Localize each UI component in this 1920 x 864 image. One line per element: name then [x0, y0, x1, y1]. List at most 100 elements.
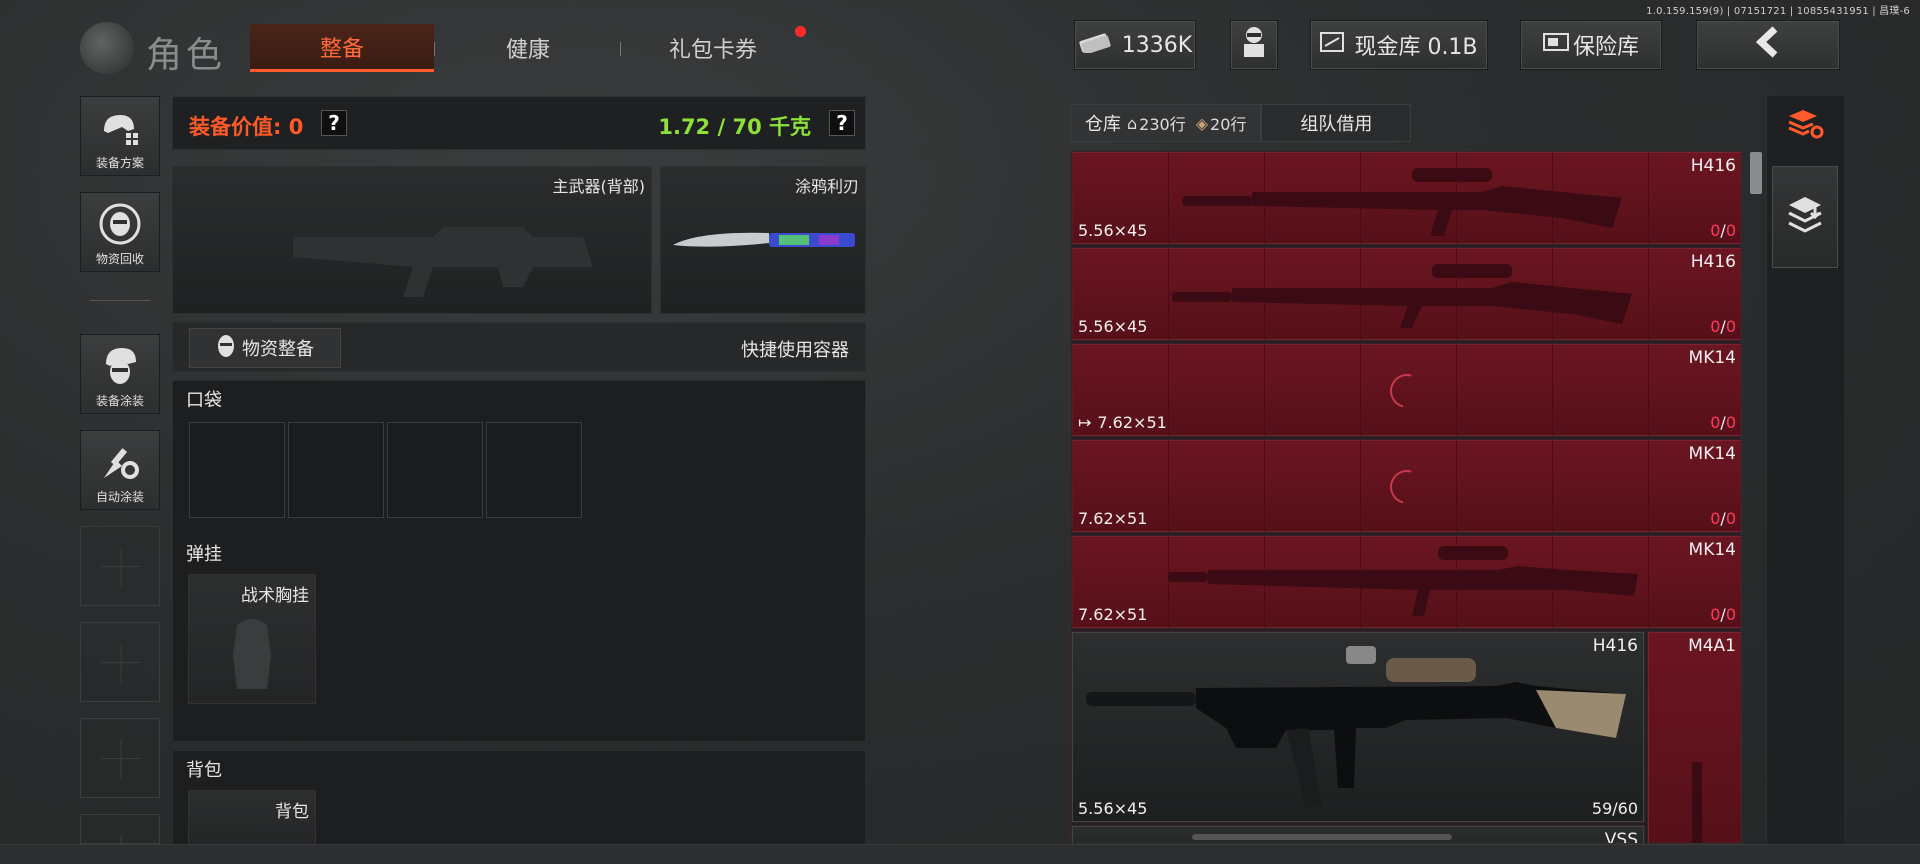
pocket-slot[interactable] [387, 422, 483, 518]
rifle-icon [1692, 762, 1702, 843]
money-amount: 1336K [1121, 32, 1193, 58]
vault-card-icon [1320, 31, 1345, 59]
warehouse-item[interactable]: H416 5.56×45 0/0 [1071, 151, 1741, 245]
item-name: H416 [1592, 636, 1638, 656]
tab-health[interactable]: 健康 [448, 24, 608, 72]
bag-icon: ◈ [1195, 113, 1209, 133]
primary-weapon-label: 主武器(背部) [552, 177, 646, 196]
item-ammo: 5.56×45 [1078, 799, 1148, 818]
operator-button[interactable] [1230, 20, 1278, 70]
cash-stack-icon [1078, 31, 1112, 59]
notification-dot [795, 26, 806, 37]
warehouse-rows: 230行 [1139, 115, 1186, 134]
quick-container-label: 快捷使用容器 [741, 340, 849, 361]
item-ammo: ↦ 7.62×51 [1078, 413, 1167, 432]
pocket-slot[interactable] [189, 422, 285, 518]
exit-arrow-icon: ↦ [1078, 413, 1092, 432]
supply-bar: 物资整备 快捷使用容器 [172, 322, 866, 372]
item-count: 0/0 [1710, 605, 1736, 624]
sort-stack-button[interactable] [1772, 100, 1838, 150]
nav-empty-slot [80, 622, 160, 702]
tab-separator [620, 42, 621, 56]
backpack-slot[interactable]: 背包 [188, 790, 316, 850]
globe-logo-icon [80, 22, 134, 74]
safe-button[interactable]: 保险库 [1520, 20, 1662, 70]
cash-vault-label: 现金库 0.1B [1354, 35, 1478, 60]
pocket-slot[interactable] [486, 422, 582, 518]
pocket-slot[interactable] [288, 422, 384, 518]
warehouse-item[interactable]: H416 5.56×45 0/0 [1071, 247, 1741, 341]
nav-recycle[interactable]: 物资回收 [80, 192, 160, 272]
item-count: 0/0 [1710, 317, 1736, 336]
money-button[interactable]: 1336K [1074, 20, 1196, 70]
rifle-silhouette-icon [293, 227, 593, 297]
vest-title: 弹挂 [186, 544, 222, 565]
warehouse-item[interactable]: VSS [1071, 825, 1645, 843]
warehouse-tab-label: 仓库 [1085, 114, 1121, 135]
supply-prep-label: 物资整备 [242, 339, 314, 360]
weight-help-button[interactable]: ? [829, 110, 855, 136]
supply-face-icon [216, 334, 236, 363]
nav-empty-slot [80, 718, 160, 798]
warehouse-scrollbar[interactable] [1750, 152, 1762, 194]
nav-empty-slot [80, 526, 160, 606]
item-ammo: 7.62×51 [1078, 509, 1148, 528]
rifle-icon [1182, 168, 1622, 236]
operator-avatar-icon [1239, 25, 1269, 65]
helmet-paint-icon [97, 346, 143, 386]
carry-weight: 1.72 / 70 千克 [658, 115, 811, 139]
rifle-icon [1172, 264, 1632, 328]
layers-refresh-icon [1785, 106, 1825, 144]
helmet-grid-icon [97, 108, 143, 148]
tab-warehouse[interactable]: 仓库 ⌂ 230行 ◈ 20行 [1070, 104, 1262, 142]
warehouse-tabs: 仓库 ⌂ 230行 ◈ 20行 组队借用 [1070, 104, 1412, 142]
brush-gear-icon [97, 442, 143, 482]
back-button[interactable] [1696, 20, 1840, 70]
tab-equip[interactable]: 整备 [250, 24, 434, 72]
stash-import-button[interactable] [1772, 166, 1838, 268]
top-bar: 角色 整备 健康 礼包卡券 1336K 现金库 0.1B 保险库 [0, 14, 1920, 80]
value-help-button[interactable]: ? [321, 110, 347, 136]
nav-equip-plan[interactable]: 装备方案 [80, 96, 160, 176]
bag-rows: 20行 [1210, 115, 1247, 134]
warehouse-item[interactable]: MK14 ↦ 7.62×51 0/0 [1071, 343, 1741, 437]
tab-separator [434, 42, 435, 56]
nav-empty-slot [80, 814, 160, 855]
page-title: 角色 [146, 35, 227, 76]
home-icon: ⌂ [1127, 113, 1138, 133]
item-name: MK14 [1688, 348, 1736, 368]
item-count: 0/0 [1710, 221, 1736, 240]
tab-gift-cards[interactable]: 礼包卡券 [632, 24, 794, 72]
vest-slot-label: 战术胸挂 [241, 586, 309, 606]
item-name: MK14 [1688, 540, 1736, 560]
equip-value: 装备价值: 0 [189, 115, 304, 139]
vest-silhouette-icon [233, 619, 271, 689]
item-ammo: 5.56×45 [1078, 221, 1148, 240]
warehouse-grid: H416 5.56×45 0/0 H416 5.56×45 0/0 MK14 ↦… [1070, 150, 1742, 844]
warehouse-item[interactable]: M4A1 [1647, 631, 1741, 843]
knife-slot[interactable]: 涂鸦利刃 [660, 166, 866, 314]
pocket-title: 口袋 [186, 390, 222, 411]
nav-label: 自动涂装 [95, 490, 144, 504]
safe-label: 保险库 [1572, 35, 1639, 60]
vest-slot[interactable]: 战术胸挂 [188, 574, 316, 704]
butterfly-knife-icon [673, 232, 855, 247]
item-ammo: 7.62×51 [1078, 605, 1148, 624]
nav-auto-paint[interactable]: 自动涂装 [80, 430, 160, 510]
bottom-strip [0, 844, 1920, 864]
nav-label: 装备方案 [95, 156, 144, 170]
warehouse-item[interactable]: MK14 7.62×51 0/0 [1071, 535, 1741, 629]
warehouse-item-selected[interactable]: H416 5.56×45 59/60 [1071, 631, 1645, 823]
cash-vault-button[interactable]: 现金库 0.1B [1310, 20, 1488, 70]
primary-weapon-slot[interactable]: 主武器(背部) [172, 166, 652, 314]
nav-label: 装备涂装 [95, 394, 144, 408]
rifle-icon [1168, 546, 1638, 616]
tab-team-borrow[interactable]: 组队借用 [1261, 104, 1412, 142]
supply-prep-button[interactable]: 物资整备 [189, 328, 341, 368]
warehouse-item[interactable]: MK14 7.62×51 0/0 [1071, 439, 1741, 533]
safe-icon [1542, 32, 1569, 58]
nav-equip-paint[interactable]: 装备涂装 [80, 334, 160, 414]
rifle-icon [1192, 834, 1452, 840]
item-name: H416 [1690, 252, 1736, 272]
layers-download-icon [1785, 193, 1825, 241]
